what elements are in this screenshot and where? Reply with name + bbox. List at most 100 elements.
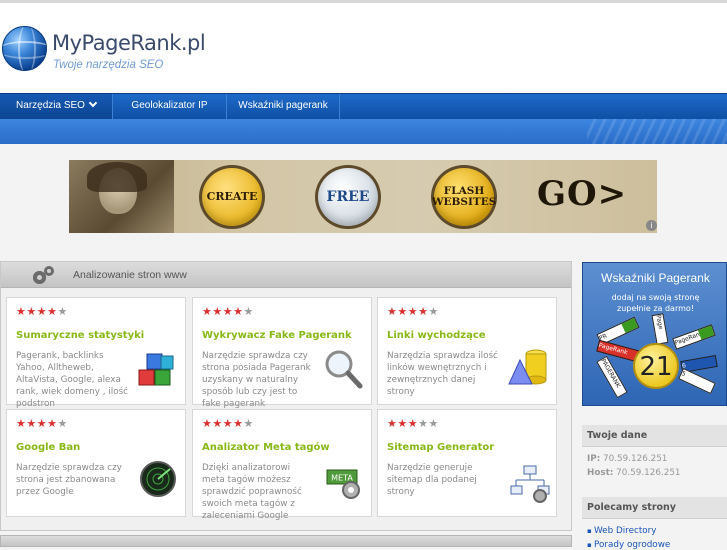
free-badge: FREE <box>315 165 381 229</box>
host-label: Host: <box>587 468 614 478</box>
magnifier-icon <box>325 350 363 389</box>
globe-logo-icon[interactable] <box>2 26 47 71</box>
card-desc: Narzędzie generuje sitemap dla podanej s… <box>387 463 477 497</box>
star-filled-icon: ★ <box>397 417 408 430</box>
pr-widget: 5 <box>678 367 716 395</box>
twoje-dane-header: Twoje dane <box>582 425 727 447</box>
link-web-directory[interactable]: Web Directory <box>587 526 657 536</box>
nav-subbar <box>0 119 727 144</box>
star-filled-icon: ★ <box>233 417 244 430</box>
star-rating: ★★★★★ <box>202 306 254 317</box>
ip-label: IP: <box>587 454 601 464</box>
panel-title: Analizowanie stron www <box>73 269 187 281</box>
shapes-icon <box>508 349 547 385</box>
host-row: Host: 70.59.126.251 <box>587 468 681 478</box>
card-title[interactable]: Sumaryczne statystyki <box>16 330 144 341</box>
card-title[interactable]: Google Ban <box>16 442 80 453</box>
star-empty-icon: ★ <box>243 305 254 318</box>
star-filled-icon: ★ <box>36 305 48 318</box>
promo-subtitle: dodaj na swoją stronę zupełnie za darmo! <box>611 293 700 313</box>
ip-row: IP: 70.59.126.251 <box>587 454 667 464</box>
sitemap-icon <box>510 465 550 503</box>
create-badge: CREATE <box>199 165 265 229</box>
star-filled-icon: ★ <box>387 417 398 430</box>
star-rating: ★★★★★ <box>16 418 68 429</box>
ip-value: 70.59.126.251 <box>603 454 668 464</box>
tool-card[interactable]: ★★★★★ Analizator Meta tagów Dzięki anali… <box>192 409 372 521</box>
section-heading: Twoje dane <box>587 430 648 441</box>
tool-card[interactable]: ★★★★★ Linki wychodzące Narzędzia sprawdz… <box>377 297 557 405</box>
star-empty-icon: ★ <box>57 305 68 318</box>
subbar-decoration <box>587 119 727 144</box>
card-desc: Narzędzia sprawdza ilość linków wewnętrz… <box>387 351 498 397</box>
site-header: MyPageRank.pl Twoje narzędzia SEO <box>0 3 727 93</box>
pr-widget-label: Page <box>654 314 665 331</box>
star-filled-icon: ★ <box>233 305 244 318</box>
gears-icon <box>31 266 57 284</box>
tool-card[interactable]: ★★★★★ Wykrywacz Fake Pagerank Narzędzie … <box>192 297 372 409</box>
promo-title: Wskaźniki Pagerank <box>601 271 710 285</box>
pr-widget: Page <box>651 313 669 345</box>
card-desc: Dzięki analizatorowi meta tagów możesz s… <box>202 463 302 521</box>
star-filled-icon: ★ <box>397 305 408 318</box>
star-filled-icon: ★ <box>16 305 27 318</box>
link-porady-ogrodowe[interactable]: Porady ogrodowe <box>587 540 670 550</box>
star-filled-icon: ★ <box>47 305 58 318</box>
card-desc: Pagerank, backlinks Yahoo, Alltheweb, Al… <box>16 351 129 409</box>
meta-gear-icon: META <box>326 469 360 499</box>
pr-widget-label: PAGERANK <box>599 357 622 390</box>
flash-websites-badge: FLASH WEBSITES <box>431 165 497 229</box>
card-title[interactable]: Linki wychodzące <box>387 330 486 341</box>
star-empty-icon: ★ <box>428 417 439 430</box>
logo-tagline: Twoje narzędzia SEO <box>53 59 164 71</box>
star-rating: ★★★★★ <box>16 306 68 317</box>
nav-item-narzedzia-seo[interactable]: Narzędzia SEO <box>0 94 113 119</box>
star-filled-icon: ★ <box>407 417 419 430</box>
card-title[interactable]: Wykrywacz Fake Pagerank <box>202 330 352 341</box>
pr-widget-label: PageRank <box>597 341 629 357</box>
star-filled-icon: ★ <box>16 417 27 430</box>
card-title[interactable]: Sitemap Generator <box>387 442 494 453</box>
main-nav: Narzędzia SEO Geolokalizator IP Wskaźnik… <box>0 93 727 119</box>
star-filled-icon: ★ <box>202 417 213 430</box>
star-rating: ★★★★★ <box>202 418 254 429</box>
star-filled-icon: ★ <box>222 305 234 318</box>
star-empty-icon: ★ <box>243 417 254 430</box>
card-title[interactable]: Analizator Meta tagów <box>202 442 330 453</box>
pagerank-promo[interactable]: Wskaźniki Pagerank dodaj na swoją stronę… <box>582 262 727 406</box>
star-empty-icon: ★ <box>418 417 429 430</box>
pr-widget-label: 5 <box>680 370 687 379</box>
cubes-icon <box>138 353 174 386</box>
star-filled-icon: ★ <box>26 305 37 318</box>
chevron-down-icon <box>88 98 98 108</box>
star-rating: ★★★★★ <box>387 418 439 429</box>
star-filled-icon: ★ <box>222 417 234 430</box>
star-rating: ★★★★★ <box>387 306 439 317</box>
nav-label: Narzędzia SEO <box>16 100 85 111</box>
star-filled-icon: ★ <box>202 305 213 318</box>
section-heading: Polecamy strony <box>587 502 676 513</box>
star-filled-icon: ★ <box>36 417 48 430</box>
star-filled-icon: ★ <box>387 305 398 318</box>
vintage-woman-image <box>69 160 174 233</box>
ad-info-icon[interactable]: i <box>646 220 657 231</box>
logo-title[interactable]: MyPageRank.pl <box>52 31 206 55</box>
gear-small <box>44 266 54 276</box>
pr-widget: PageRank <box>672 324 716 350</box>
star-empty-icon: ★ <box>428 305 439 318</box>
nav-item-geolokalizator[interactable]: Geolokalizator IP <box>113 94 227 119</box>
second-panel-header <box>0 535 572 547</box>
tools-panel: Analizowanie stron www ★★★★★ Sumaryczne … <box>0 261 572 531</box>
pr-widget: PAGERANK <box>596 355 628 399</box>
tool-card[interactable]: ★★★★★ Sitemap Generator Narzędzie generu… <box>377 409 557 517</box>
star-empty-icon: ★ <box>57 417 68 430</box>
star-filled-icon: ★ <box>418 305 429 318</box>
star-filled-icon: ★ <box>47 417 58 430</box>
tool-card[interactable]: ★★★★★ Google Ban Narzędzie sprawdza czy … <box>6 409 186 517</box>
nav-item-wskazniki[interactable]: Wskaźniki pagerank <box>227 94 340 119</box>
radar-icon <box>140 461 176 497</box>
panel-header: Analizowanie stron www <box>1 262 571 288</box>
star-filled-icon: ★ <box>407 305 419 318</box>
ad-banner[interactable]: CREATE FREE FLASH WEBSITES GO> <box>69 160 657 233</box>
tool-card[interactable]: ★★★★★ Sumaryczne statystyki Pagerank, ba… <box>6 297 186 409</box>
